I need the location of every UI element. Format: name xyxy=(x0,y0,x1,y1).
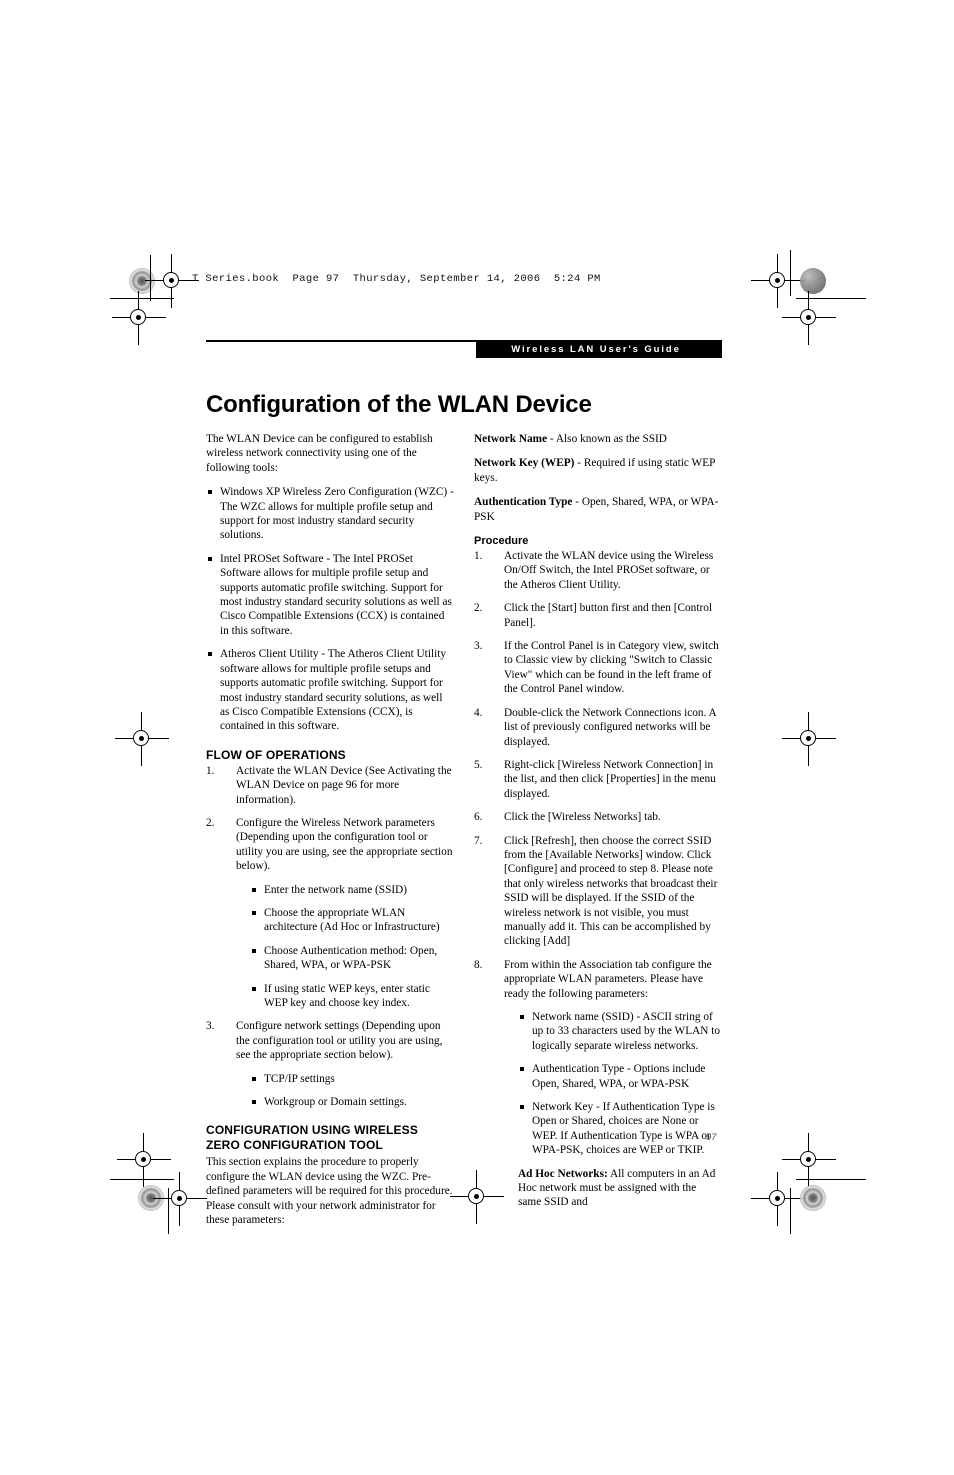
list-number: 7. xyxy=(474,834,483,847)
list-item: Windows XP Wireless Zero Configuration (… xyxy=(206,485,454,543)
list-item: 8. From within the Association tab confi… xyxy=(474,958,722,1210)
right-column: Network Name - Also known as the SSID Ne… xyxy=(474,432,722,1219)
registration-mark-right-middle xyxy=(782,712,836,766)
intro-paragraph: The WLAN Device can be configured to est… xyxy=(206,433,433,474)
param-network-key: Network Key (WEP) - Required if using st… xyxy=(474,456,722,485)
param-desc: - Also known as the SSID xyxy=(547,433,667,445)
list-item: 4. Double-click the Network Connections … xyxy=(474,706,722,749)
crop-rule-bottom-left-vertical xyxy=(168,1188,169,1234)
registration-mark-left-middle xyxy=(115,712,169,766)
flow-of-operations-list: 1. Activate the WLAN Device (See Activat… xyxy=(206,764,454,1110)
list-item: 2. Click the [Start] button first and th… xyxy=(474,601,722,630)
crop-rule-right-upper xyxy=(796,298,866,299)
document-page: T Series.book Page 97 Thursday, Septembe… xyxy=(0,0,954,1475)
list-item: 2. Configure the Wireless Network parame… xyxy=(206,816,454,1010)
list-item: Network Key - If Authentication Type is … xyxy=(518,1100,722,1158)
config-heading-line1: CONFIGURATION USING WIRELESS xyxy=(206,1123,418,1138)
list-item: 5. Right-click [Wireless Network Connect… xyxy=(474,758,722,801)
list-number: 2. xyxy=(206,816,215,829)
crop-rule-top-right-vertical xyxy=(790,250,791,296)
list-number: 5. xyxy=(474,758,483,771)
sub-bullet-list: Network name (SSID) - ASCII string of up… xyxy=(504,1010,722,1158)
crop-rule-top-left-vertical xyxy=(150,255,151,301)
list-item: Choose Authentication method: Open, Shar… xyxy=(250,944,454,973)
list-text: From within the Association tab configur… xyxy=(504,958,712,1000)
guide-tab: Wireless LAN User's Guide xyxy=(476,341,722,358)
list-item: Intel PROSet Software - The Intel PROSet… xyxy=(206,552,454,638)
list-item: Choose the appropriate WLAN architecture… xyxy=(250,906,454,935)
halftone-mark-top-right xyxy=(800,268,826,294)
list-number: 3. xyxy=(206,1020,215,1033)
sub-bullet-list: TCP/IP settings Workgroup or Domain sett… xyxy=(236,1072,454,1110)
list-item: TCP/IP settings xyxy=(250,1072,454,1086)
procedure-heading: Procedure xyxy=(474,535,529,548)
list-item: Atheros Client Utility - The Atheros Cli… xyxy=(206,647,454,733)
list-text: Click the [Start] button first and then … xyxy=(504,602,713,629)
procedure-list: 1. Activate the WLAN device using the Wi… xyxy=(474,549,722,1210)
halftone-mark-bottom-right xyxy=(800,1185,826,1211)
list-number: 2. xyxy=(474,602,483,615)
list-text: Click [Refresh], then choose the correct… xyxy=(504,834,718,948)
list-text: Activate the WLAN Device (See Activating… xyxy=(236,764,452,806)
list-text: Configure the Wireless Network parameter… xyxy=(236,816,453,873)
list-item: 6. Click the [Wireless Networks] tab. xyxy=(474,810,722,824)
registration-mark-right-upper xyxy=(782,291,836,345)
halftone-mark-top-left xyxy=(129,268,155,294)
list-item: 1. Activate the WLAN Device (See Activat… xyxy=(206,764,454,807)
book-slug-line: T Series.book Page 97 Thursday, Septembe… xyxy=(192,273,601,285)
registration-mark-left-upper xyxy=(112,291,166,345)
config-body-paragraph: This section explains the procedure to p… xyxy=(206,1156,453,1227)
list-text: Right-click [Wireless Network Connection… xyxy=(504,758,716,800)
list-number: 1. xyxy=(206,764,215,777)
list-number: 6. xyxy=(474,811,483,824)
registration-mark-right-lower xyxy=(782,1133,836,1187)
list-text: If the Control Panel is in Category view… xyxy=(504,640,719,696)
list-text: Double-click the Network Connections ico… xyxy=(504,706,717,748)
page-number: 97 xyxy=(706,1132,717,1143)
crop-rule-left-lower xyxy=(110,1179,174,1180)
registration-mark-bottom-right xyxy=(751,1172,805,1226)
list-item: Workgroup or Domain settings. xyxy=(250,1095,454,1109)
registration-mark-top-left xyxy=(145,254,199,308)
param-term: Authentication Type xyxy=(474,496,573,509)
list-number: 3. xyxy=(474,640,483,653)
param-term: Network Key (WEP) xyxy=(474,457,575,470)
list-item: 3. Configure network settings (Depending… xyxy=(206,1019,454,1109)
param-network-name: Network Name - Also known as the SSID xyxy=(474,432,722,446)
list-item: If using static WEP keys, enter static W… xyxy=(250,982,454,1011)
config-heading-line2: ZERO CONFIGURATION TOOL xyxy=(206,1138,383,1153)
list-item: Authentication Type - Options include Op… xyxy=(518,1062,722,1091)
list-item: 7. Click [Refresh], then choose the corr… xyxy=(474,834,722,949)
param-authentication-type: Authentication Type - Open, Shared, WPA,… xyxy=(474,495,722,524)
list-text: Activate the WLAN device using the Wirel… xyxy=(504,550,714,591)
registration-mark-left-lower xyxy=(117,1133,171,1187)
flow-of-operations-heading: FLOW OF OPERATIONS xyxy=(206,747,346,762)
list-number: 4. xyxy=(474,706,483,719)
left-column: The WLAN Device can be configured to est… xyxy=(206,432,454,1237)
list-item: Network name (SSID) - ASCII string of up… xyxy=(518,1010,722,1053)
list-item: Enter the network name (SSID) xyxy=(250,883,454,897)
list-item: 3. If the Control Panel is in Category v… xyxy=(474,639,722,697)
page-title: Configuration of the WLAN Device xyxy=(206,391,592,419)
crop-rule-left-upper xyxy=(110,298,174,299)
crop-rule-right-lower xyxy=(796,1179,866,1180)
ad-hoc-term: Ad Hoc Networks: xyxy=(518,1167,608,1180)
list-item: 1. Activate the WLAN device using the Wi… xyxy=(474,549,722,592)
tools-bullet-list: Windows XP Wireless Zero Configuration (… xyxy=(206,485,454,734)
config-heading: CONFIGURATION USING WIRELESS ZERO CONFIG… xyxy=(206,1123,454,1153)
sub-bullet-list: Enter the network name (SSID) Choose the… xyxy=(236,883,454,1011)
list-number: 1. xyxy=(474,550,483,563)
list-text: Click the [Wireless Networks] tab. xyxy=(504,811,661,824)
param-term: Network Name xyxy=(474,433,548,445)
list-number: 8. xyxy=(474,958,483,971)
list-text: Configure network settings (Depending up… xyxy=(236,1020,443,1062)
ad-hoc-networks-note: Ad Hoc Networks: All computers in an Ad … xyxy=(504,1167,722,1210)
